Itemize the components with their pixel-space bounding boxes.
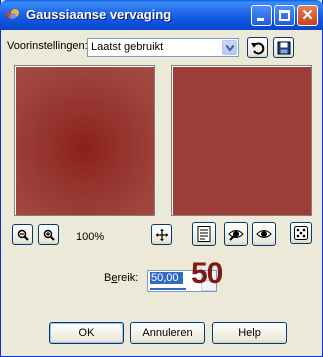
original-preview[interactable] <box>14 65 155 216</box>
zoom-out-button[interactable] <box>12 224 33 245</box>
presets-dropdown[interactable]: Laatst gebruikt <box>87 38 239 57</box>
minimize-button[interactable] <box>251 5 272 26</box>
move-preview-button[interactable] <box>151 224 172 245</box>
result-preview[interactable] <box>171 65 312 216</box>
radius-overlay-number: 50 <box>191 257 223 290</box>
close-button[interactable]: ✕ <box>297 5 318 26</box>
zoom-out-icon <box>17 229 29 241</box>
cancel-button[interactable]: Annuleren <box>130 322 205 344</box>
ok-button[interactable]: OK <box>49 322 124 344</box>
zoom-in-button[interactable] <box>38 224 59 245</box>
reset-button[interactable] <box>247 37 268 58</box>
save-preset-button[interactable] <box>273 37 294 58</box>
presets-label: Voorinstellingen: <box>7 40 88 52</box>
maximize-button[interactable] <box>274 5 295 26</box>
reset-icon <box>250 42 264 54</box>
radius-label: Bereik: <box>104 272 138 284</box>
radius-input[interactable]: 50,00 <box>150 272 183 284</box>
radius-slider-bar[interactable] <box>150 288 186 290</box>
dropdown-arrow-icon[interactable] <box>222 40 237 55</box>
eye-button[interactable] <box>252 222 276 246</box>
save-icon <box>277 41 290 54</box>
title-bar[interactable]: Gaussiaanse vervaging ✕ <box>0 0 323 30</box>
help-button[interactable]: Help <box>212 322 287 344</box>
minimize-icon <box>257 18 264 21</box>
auto-proof-button[interactable] <box>224 222 248 246</box>
close-icon: ✕ <box>301 7 314 24</box>
zoom-in-icon <box>43 229 55 241</box>
maximize-icon <box>279 10 290 21</box>
window-title: Gaussiaanse vervaging <box>26 7 172 22</box>
proof-icon <box>197 226 211 242</box>
auto-proof-icon <box>228 230 244 241</box>
proof-button[interactable] <box>192 222 216 246</box>
app-icon <box>7 9 19 19</box>
dice-icon <box>294 226 308 240</box>
eye-icon <box>256 230 272 238</box>
radius-label-suffix: reik: <box>117 272 139 284</box>
gaussian-blur-dialog: Gaussiaanse vervaging ✕ Voorinstellingen… <box>0 0 323 357</box>
randomize-button[interactable] <box>290 222 312 244</box>
presets-selected-value: Laatst gebruikt <box>91 41 164 53</box>
zoom-level: 100% <box>76 231 105 243</box>
move-icon <box>155 228 168 241</box>
